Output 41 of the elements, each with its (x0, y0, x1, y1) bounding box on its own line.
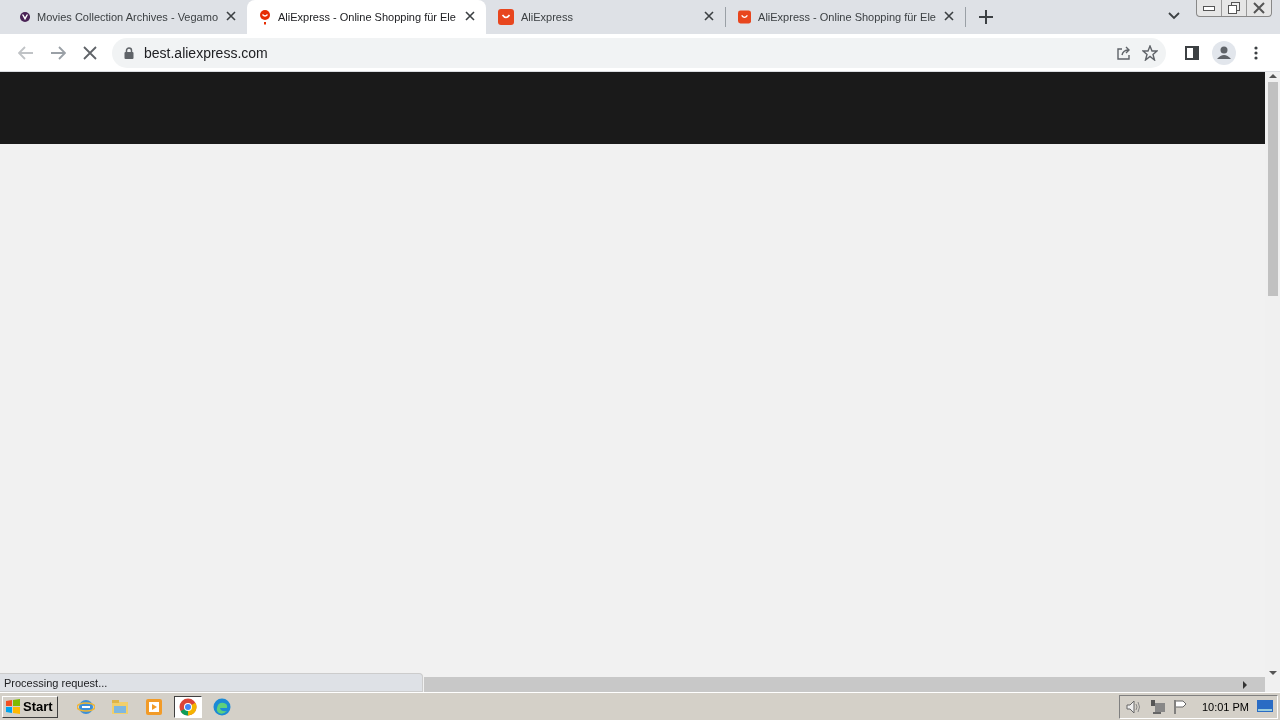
flag-icon[interactable] (1173, 699, 1188, 714)
chevron-down-icon[interactable] (1168, 12, 1180, 20)
down-arrow-icon[interactable] (1268, 669, 1277, 677)
close-icon[interactable] (943, 10, 955, 22)
show-desktop-icon[interactable] (1257, 699, 1273, 714)
menu-icon[interactable] (1254, 45, 1258, 60)
close-icon[interactable] (464, 10, 476, 22)
star-icon[interactable] (1142, 44, 1158, 61)
close-icon[interactable] (225, 10, 237, 22)
right-arrow-icon[interactable] (1241, 680, 1249, 689)
browser-tab[interactable]: AliExpress - Online Shopping für Ele (726, 0, 965, 34)
side-panel-icon[interactable] (1185, 45, 1199, 60)
close-icon[interactable] (703, 10, 715, 22)
globe-e-icon[interactable] (76, 697, 95, 716)
stop-icon[interactable] (83, 45, 97, 60)
browser-tab[interactable]: Movies Collection Archives - Vegamo (8, 0, 247, 34)
browser-tab[interactable]: AliExpress (486, 0, 725, 34)
plus-icon[interactable] (979, 10, 993, 24)
share-icon[interactable] (1116, 44, 1132, 61)
profile-icon[interactable] (1212, 40, 1236, 65)
start-button[interactable]: Start (2, 695, 58, 718)
shopping-bag-icon (498, 9, 514, 25)
clock: 10:01 PM (1201, 700, 1249, 713)
address-bar[interactable]: best.aliexpress.com (112, 37, 1166, 68)
horizontal-scrollbar[interactable] (424, 677, 1265, 692)
status-text: Processing request... (0, 673, 423, 692)
v-logo-icon (20, 9, 31, 25)
scrollbar-thumb[interactable] (1267, 82, 1278, 296)
chrome-icon[interactable] (178, 697, 197, 716)
speaker-icon[interactable] (1125, 699, 1142, 714)
up-arrow-icon[interactable] (1268, 72, 1277, 80)
network-icon[interactable] (1149, 699, 1166, 714)
forward-arrow-icon[interactable] (50, 45, 66, 60)
shopping-bag-icon (738, 9, 752, 25)
windows-logo-icon (5, 698, 21, 715)
balloon-icon (259, 9, 271, 25)
restore-icon[interactable] (1228, 2, 1240, 14)
close-window-icon[interactable] (1253, 2, 1265, 14)
lock-icon (124, 46, 134, 59)
browser-tab[interactable]: AliExpress - Online Shopping für Ele (247, 0, 486, 34)
minimize-icon[interactable] (1203, 5, 1215, 11)
